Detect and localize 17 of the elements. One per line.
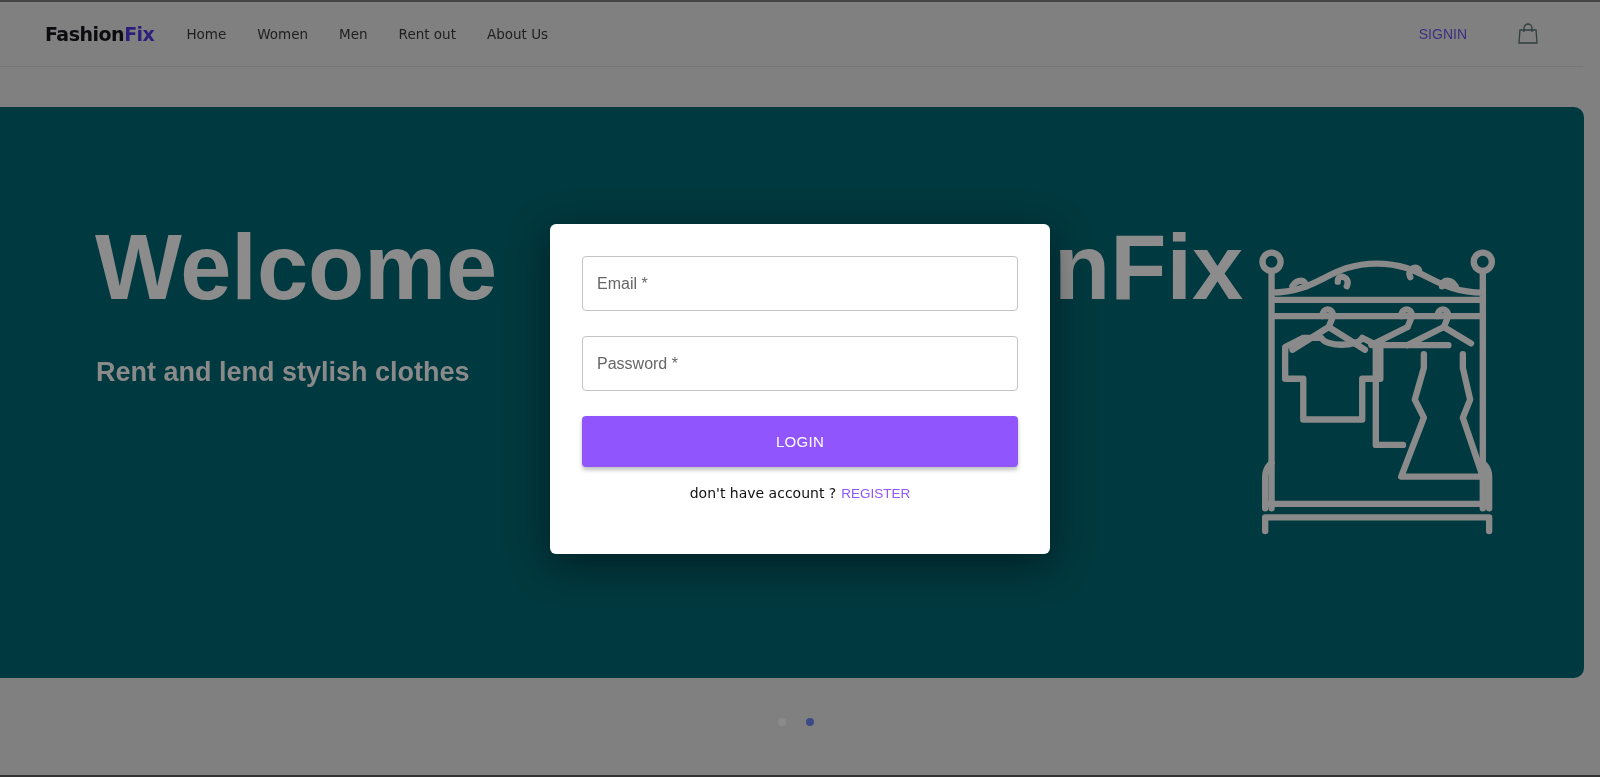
hero-subtitle: Rent and lend stylish clothes bbox=[96, 357, 470, 388]
carousel-dot[interactable] bbox=[806, 718, 814, 726]
nav-link[interactable]: Men bbox=[339, 26, 368, 42]
login-button[interactable]: LOGIN bbox=[582, 416, 1018, 467]
shopping-bag-icon[interactable] bbox=[1517, 23, 1539, 45]
hero-title: nFix bbox=[1054, 221, 1244, 313]
register-link[interactable]: REGISTER bbox=[841, 486, 911, 501]
logo[interactable]: FashionFix bbox=[45, 23, 155, 45]
email-field[interactable]: Email * bbox=[582, 256, 1018, 311]
nav-link[interactable]: About Us bbox=[486, 26, 549, 42]
register-prompt: don't have account ? bbox=[689, 485, 837, 501]
nav-link[interactable]: Home bbox=[186, 26, 227, 42]
nav-link[interactable]: Rent out bbox=[398, 26, 456, 42]
password-field[interactable]: Password * bbox=[582, 336, 1018, 391]
signin-link[interactable]: SIGNIN bbox=[1418, 26, 1467, 42]
hero-title: Welcome bbox=[95, 221, 498, 313]
nav-link[interactable]: Women bbox=[257, 26, 309, 42]
